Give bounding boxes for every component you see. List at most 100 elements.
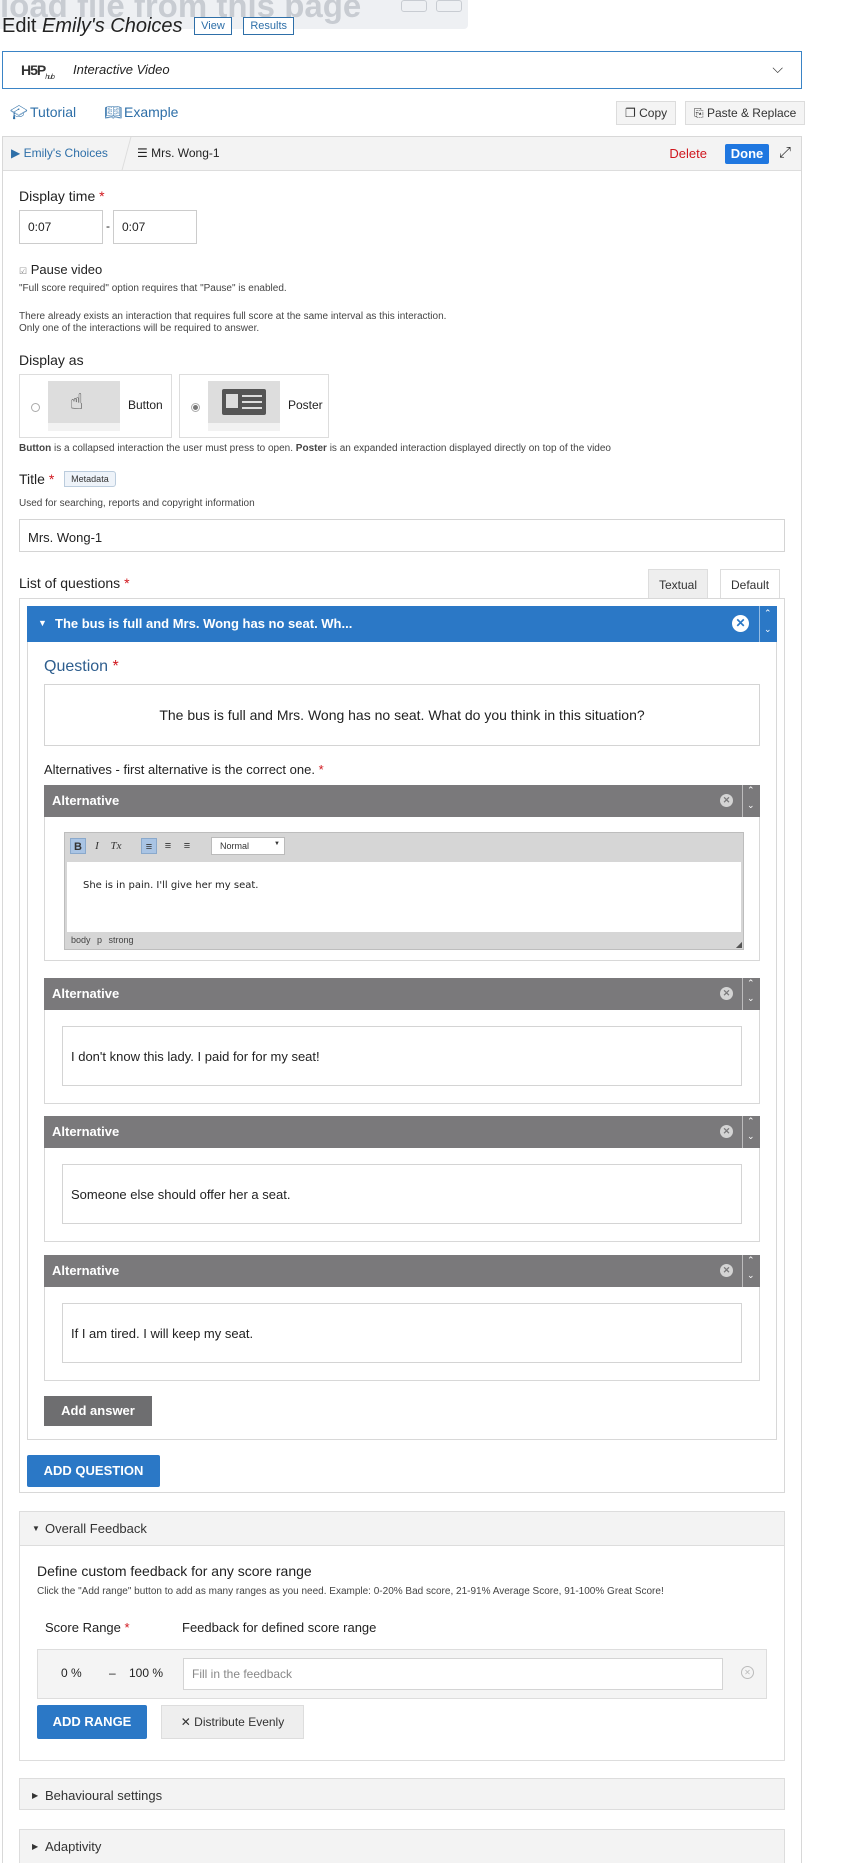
alternative-header[interactable]: Alternative ✕ ⌃ ⌄ [44, 1255, 760, 1287]
view-button[interactable]: View [194, 17, 232, 35]
format-select[interactable]: Normal ▼ [211, 837, 285, 855]
remove-range-icon[interactable]: ✕ [741, 1666, 754, 1679]
remove-question-icon[interactable]: ✕ [732, 615, 749, 632]
remove-alternative-icon[interactable]: ✕ [720, 987, 733, 1000]
add-question-button[interactable]: ADD QUESTION [27, 1455, 160, 1487]
caret-down-icon[interactable]: ▼ [38, 618, 47, 628]
header-close-button[interactable] [436, 0, 462, 12]
remove-alternative-icon[interactable]: ✕ [720, 794, 733, 807]
radio-button-selected[interactable] [191, 403, 200, 412]
play-circle-icon: ▶︎ [11, 146, 21, 160]
question-header[interactable]: ▼ The bus is full and Mrs. Wong has no s… [27, 606, 777, 642]
arrow-down-icon[interactable]: ⌄ [747, 1270, 755, 1281]
caret-right-icon[interactable]: ▶ [32, 1842, 38, 1851]
arrow-up-icon[interactable]: ⌃ [747, 978, 755, 989]
display-as-poster-option[interactable]: Poster [179, 374, 329, 438]
alternative-body: I don't know this lady. I paid for for m… [44, 1010, 760, 1104]
question-text-field[interactable]: The bus is full and Mrs. Wong has no sea… [44, 684, 760, 746]
italic-button[interactable]: I [89, 838, 105, 854]
editor-content[interactable]: She is in pain. I'll give her my seat. [67, 862, 741, 932]
bold-button[interactable]: B [70, 838, 86, 854]
overall-feedback-header[interactable]: ▼ Overall Feedback [20, 1512, 784, 1546]
align-right-icon[interactable]: ≡ [179, 838, 195, 854]
alternative-body: Someone else should offer her a seat. [44, 1148, 760, 1242]
title-description: Used for searching, reports and copyrigh… [19, 498, 255, 509]
results-button[interactable]: Results [243, 17, 295, 35]
add-answer-button[interactable]: Add answer [44, 1396, 152, 1426]
title-input[interactable]: Mrs. Wong-1 [19, 519, 785, 552]
alternative-header[interactable]: Alternative ✕ ⌃ ⌄ [44, 785, 760, 817]
resize-handle-icon[interactable]: ◢ [736, 940, 742, 949]
arrow-up-icon[interactable]: ⌃ [747, 1116, 755, 1127]
delete-button[interactable]: Delete [669, 146, 707, 161]
alternatives-label: Alternatives - first alternative is the … [44, 762, 324, 777]
alternative-text-field[interactable]: Someone else should offer her a seat. [62, 1164, 742, 1224]
feedback-description: Click the "Add range" button to add as m… [37, 1586, 664, 1597]
reorder-arrows[interactable]: ⌃ ⌄ [759, 606, 777, 642]
arrow-up-icon[interactable]: ⌃ [764, 608, 772, 619]
alternative-title: Alternative [52, 1124, 120, 1139]
breadcrumb-root[interactable]: ▶︎ Emily's Choices [11, 146, 108, 160]
metadata-button[interactable]: Metadata [64, 471, 116, 487]
arrow-down-icon[interactable]: ⌄ [764, 624, 772, 635]
add-range-button[interactable]: ADD RANGE [37, 1705, 147, 1739]
adaptivity-header[interactable]: ▶ Adaptivity [19, 1829, 785, 1863]
alternative-header[interactable]: Alternative ✕ ⌃ ⌄ [44, 978, 760, 1010]
display-time-label: Display time * [19, 188, 105, 204]
behavioural-settings-header[interactable]: ▶ Behavioural settings [19, 1778, 785, 1810]
editor-toolbar: B I Tx ≡ ≡ ≡ Normal ▼ [65, 833, 743, 860]
arrow-down-icon[interactable]: ⌄ [747, 800, 755, 811]
feedback-input[interactable]: Fill in the feedback [183, 1658, 723, 1690]
arrow-up-icon[interactable]: ⌃ [747, 785, 755, 796]
example-link[interactable]: 📖︎ Example [104, 104, 178, 121]
tutorial-link[interactable]: 🎓︎ Tutorial [10, 104, 76, 121]
questions-list: ▼ The bus is full and Mrs. Wong has no s… [19, 598, 785, 1493]
copy-icon: ❐ [625, 106, 636, 120]
required-marker: * [124, 575, 130, 591]
paste-replace-button[interactable]: ⎘ Paste & Replace [685, 101, 806, 125]
display-as-label: Display as [19, 352, 84, 368]
pause-description: "Full score required" option requires th… [19, 283, 287, 294]
clear-format-button[interactable]: Tx [108, 838, 124, 854]
alternative-text-field[interactable]: I don't know this lady. I paid for for m… [62, 1026, 742, 1086]
reorder-arrows[interactable]: ⌃ ⌄ [742, 785, 760, 817]
header-button[interactable] [401, 0, 427, 12]
reorder-arrows[interactable]: ⌃ ⌄ [742, 978, 760, 1010]
done-button[interactable]: Done [725, 144, 769, 164]
copy-button[interactable]: ❐ Copy [616, 101, 677, 125]
feedback-range-label: Feedback for defined score range [182, 1620, 377, 1635]
tab-default[interactable]: Default [720, 569, 781, 599]
dropdown-caret-icon: ▼ [274, 841, 280, 847]
alternative-header[interactable]: Alternative ✕ ⌃ ⌄ [44, 1116, 760, 1148]
breadcrumb-current: ☰ Mrs. Wong-1 [137, 146, 220, 160]
caret-right-icon[interactable]: ▶ [32, 1791, 38, 1800]
distribute-evenly-button[interactable]: ✕ Distribute Evenly [161, 1705, 304, 1739]
arrow-up-icon[interactable]: ⌃ [747, 1255, 755, 1266]
remove-alternative-icon[interactable]: ✕ [720, 1125, 733, 1138]
question-body: Question * The bus is full and Mrs. Wong… [27, 642, 777, 1440]
pause-video-option[interactable]: ☑ Pause video [19, 262, 102, 277]
reorder-arrows[interactable]: ⌃ ⌄ [742, 1255, 760, 1287]
alternative-text-field[interactable]: If I am tired. I will keep my seat. [62, 1303, 742, 1363]
required-marker: * [48, 471, 55, 487]
remove-alternative-icon[interactable]: ✕ [720, 1264, 733, 1277]
tab-textual[interactable]: Textual [648, 569, 709, 599]
align-left-icon[interactable]: ≡ [141, 838, 157, 854]
caret-down-icon[interactable]: ▼ [32, 1524, 40, 1533]
reorder-arrows[interactable]: ⌃ ⌄ [742, 1116, 760, 1148]
alternative-body: If I am tired. I will keep my seat. [44, 1287, 760, 1381]
radio-button[interactable] [31, 403, 40, 412]
arrow-down-icon[interactable]: ⌄ [747, 993, 755, 1004]
display-time-from-input[interactable]: 0:07 [19, 210, 103, 244]
display-time-to-input[interactable]: 0:07 [113, 210, 197, 244]
alternative-title: Alternative [52, 1263, 120, 1278]
display-as-button-option[interactable]: ☝︎ Button [19, 374, 172, 438]
chevron-down-icon[interactable]: ⌵ [772, 60, 783, 77]
align-center-icon[interactable]: ≡ [160, 838, 176, 854]
hand-pointer-icon: ☝︎ [70, 389, 84, 414]
arrow-down-icon[interactable]: ⌄ [747, 1131, 755, 1142]
expand-icon[interactable]: ⤢ [779, 144, 791, 161]
library-selector[interactable]: H5Phub Interactive Video ⌵ [2, 51, 802, 89]
checkbox-checked-icon[interactable]: ☑ [19, 266, 27, 276]
pause-warning-2: Only one of the interactions will be req… [19, 323, 260, 334]
